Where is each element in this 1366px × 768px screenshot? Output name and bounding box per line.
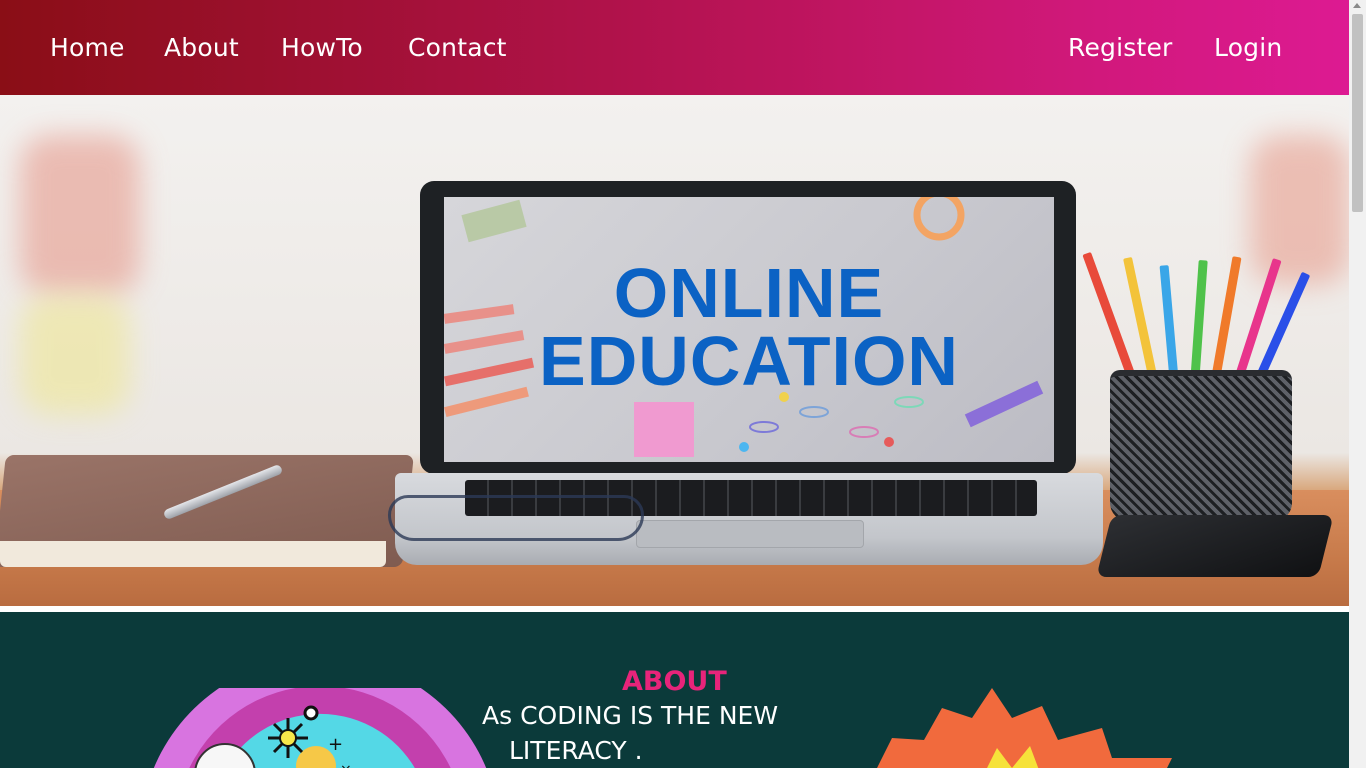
nav-link-contact[interactable]: Contact [408,30,507,66]
about-text-line1: As CODING IS THE NEW [482,701,779,730]
scrollbar-thumb[interactable] [1352,14,1363,212]
starburst-illustration [877,688,1172,768]
nav-link-home[interactable]: Home [50,30,125,66]
hero-banner-image: ONLINE EDUCATION [0,95,1349,606]
screen-title-education: EDUCATION [539,322,959,400]
screen-title-online: ONLINE [613,254,885,332]
nav-link-register[interactable]: Register [1068,30,1173,66]
about-text: As CODING IS THE NEW LITERACY . [482,698,802,768]
about-text-line2: LITERACY . [509,736,643,765]
top-navbar: Home About HowTo Contact Register Login [0,0,1349,95]
nav-link-login[interactable]: Login [1214,30,1282,66]
notebook-pages [0,541,386,567]
pencil [1232,258,1282,387]
rainbow-illustration: + × [153,688,487,768]
eyeglasses-image [388,495,644,541]
background-blur-right [1250,135,1349,285]
svg-text:×: × [340,762,352,768]
pencil-cup-image [1110,370,1292,521]
laptop-screen: ONLINE EDUCATION [444,197,1054,462]
about-heading: ABOUT [622,666,727,697]
about-section: + × ABOUT As CODING IS THE NEW LITERACY … [0,612,1349,768]
pencil [1190,259,1208,386]
scroll-up-icon[interactable] [1353,3,1361,8]
background-blur-left-yellow [20,295,130,415]
nav-link-howto[interactable]: HowTo [281,30,363,66]
svg-text:+: + [328,734,343,755]
pencil [1159,265,1179,386]
vertical-scrollbar[interactable] [1349,0,1366,768]
smartphone-image [1096,515,1334,577]
nav-link-about[interactable]: About [164,30,239,66]
background-blur-left [20,135,140,295]
laptop-trackpad [636,520,864,548]
